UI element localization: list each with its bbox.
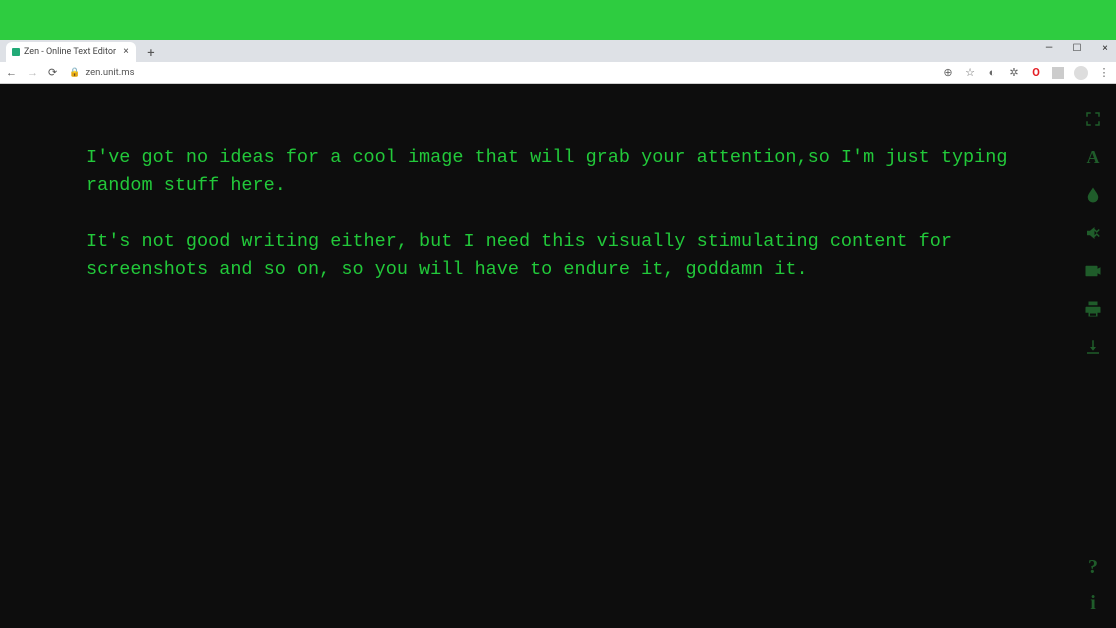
extension-icon-1[interactable]: ◐ — [986, 66, 998, 79]
address-bar[interactable]: 🔒 zen.unit.ms — [65, 67, 934, 78]
print-button[interactable] — [1082, 298, 1104, 320]
zoom-icon[interactable]: ⊕ — [942, 66, 954, 79]
kebab-menu-icon[interactable]: ⋮ — [1098, 66, 1110, 79]
bottom-toolbar: ? i — [1082, 556, 1104, 614]
fullscreen-icon — [1084, 110, 1102, 128]
desktop-background-strip — [0, 0, 1116, 40]
extension-icon-2[interactable]: ✲ — [1008, 66, 1020, 79]
help-button[interactable]: ? — [1082, 556, 1104, 578]
tab-strip: Zen - Online Text Editor × + — ☐ × — [0, 40, 1116, 62]
nav-buttons: ← → ⟳ — [6, 66, 57, 79]
window-controls: — ☐ × — [1042, 43, 1112, 54]
help-icon: ? — [1088, 556, 1098, 579]
maximize-icon[interactable]: ☐ — [1070, 43, 1084, 54]
text-editor[interactable]: I've got no ideas for a cool image that … — [86, 144, 1030, 284]
close-tab-icon[interactable]: × — [122, 48, 130, 56]
editor-paragraph-1: I've got no ideas for a cool image that … — [86, 147, 1019, 196]
sound-icon — [1084, 224, 1102, 242]
info-icon: i — [1090, 592, 1096, 615]
editor-paragraph-2: It's not good writing either, but I need… — [86, 231, 963, 280]
browser-toolbar: ← → ⟳ 🔒 zen.unit.ms ⊕ ☆ ◐ ✲ O ⋮ — [0, 62, 1116, 84]
lock-icon: 🔒 — [69, 68, 80, 78]
browser-window: Zen - Online Text Editor × + — ☐ × ← → ⟳… — [0, 40, 1116, 84]
minimize-icon[interactable]: — — [1042, 43, 1056, 54]
video-icon — [1084, 262, 1102, 280]
bookmark-icon[interactable]: ☆ — [964, 66, 976, 79]
font-icon: A — [1087, 147, 1100, 168]
print-icon — [1084, 300, 1102, 318]
address-url: zen.unit.ms — [85, 67, 134, 78]
browser-tab[interactable]: Zen - Online Text Editor × — [6, 42, 136, 62]
video-button[interactable] — [1082, 260, 1104, 282]
sound-button[interactable] — [1082, 222, 1104, 244]
page-content: I've got no ideas for a cool image that … — [0, 84, 1116, 628]
tab-title: Zen - Online Text Editor — [24, 47, 118, 57]
favicon-icon — [12, 48, 20, 56]
opera-icon[interactable]: O — [1030, 66, 1042, 79]
reload-icon[interactable]: ⟳ — [48, 66, 57, 79]
close-window-icon[interactable]: × — [1098, 43, 1112, 54]
separator — [1052, 67, 1064, 79]
fullscreen-button[interactable] — [1082, 108, 1104, 130]
font-button[interactable]: A — [1082, 146, 1104, 168]
info-button[interactable]: i — [1082, 592, 1104, 614]
back-icon[interactable]: ← — [6, 66, 17, 79]
download-button[interactable] — [1082, 336, 1104, 358]
side-toolbar: A — [1082, 108, 1104, 358]
new-tab-button[interactable]: + — [142, 44, 160, 62]
download-icon — [1084, 338, 1102, 356]
forward-icon[interactable]: → — [27, 66, 38, 79]
profile-avatar-icon[interactable] — [1074, 66, 1088, 80]
theme-button[interactable] — [1082, 184, 1104, 206]
toolbar-right: ⊕ ☆ ◐ ✲ O ⋮ — [942, 66, 1110, 80]
theme-drop-icon — [1084, 186, 1102, 204]
